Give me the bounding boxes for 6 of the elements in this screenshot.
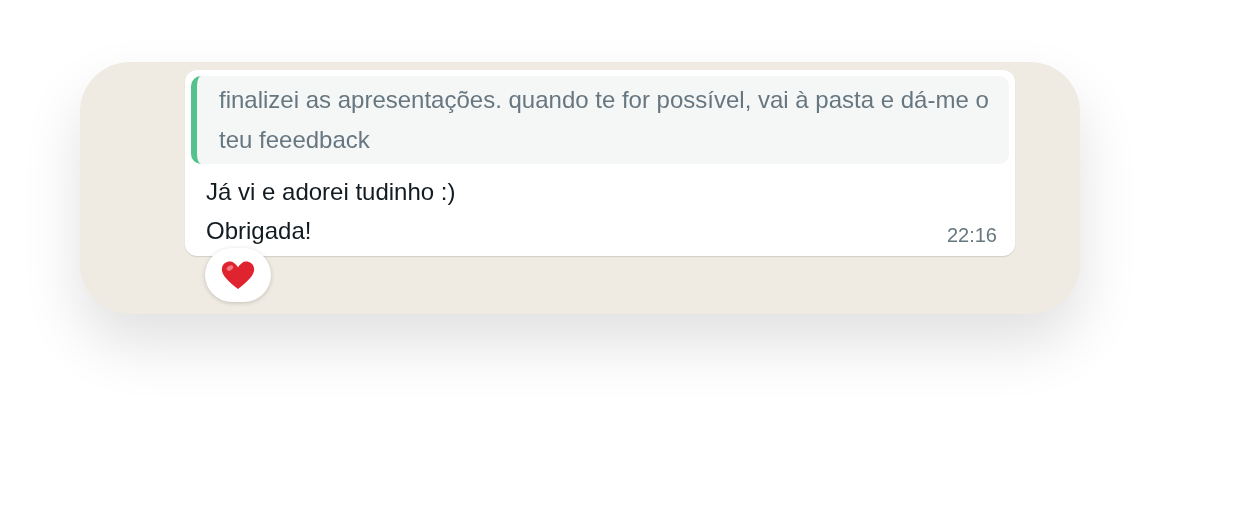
quoted-text: finalizei as apresentações. quando te for possível, vai à pasta e dá-me o teu feeedback (219, 85, 990, 155)
reaction-bubble[interactable] (205, 248, 271, 302)
message-text: Obrigada! (206, 216, 313, 246)
message-time: 22:16 (946, 223, 997, 248)
message-text: Já vi e adorei tudinho :) (206, 177, 456, 207)
heart-icon (221, 260, 255, 290)
